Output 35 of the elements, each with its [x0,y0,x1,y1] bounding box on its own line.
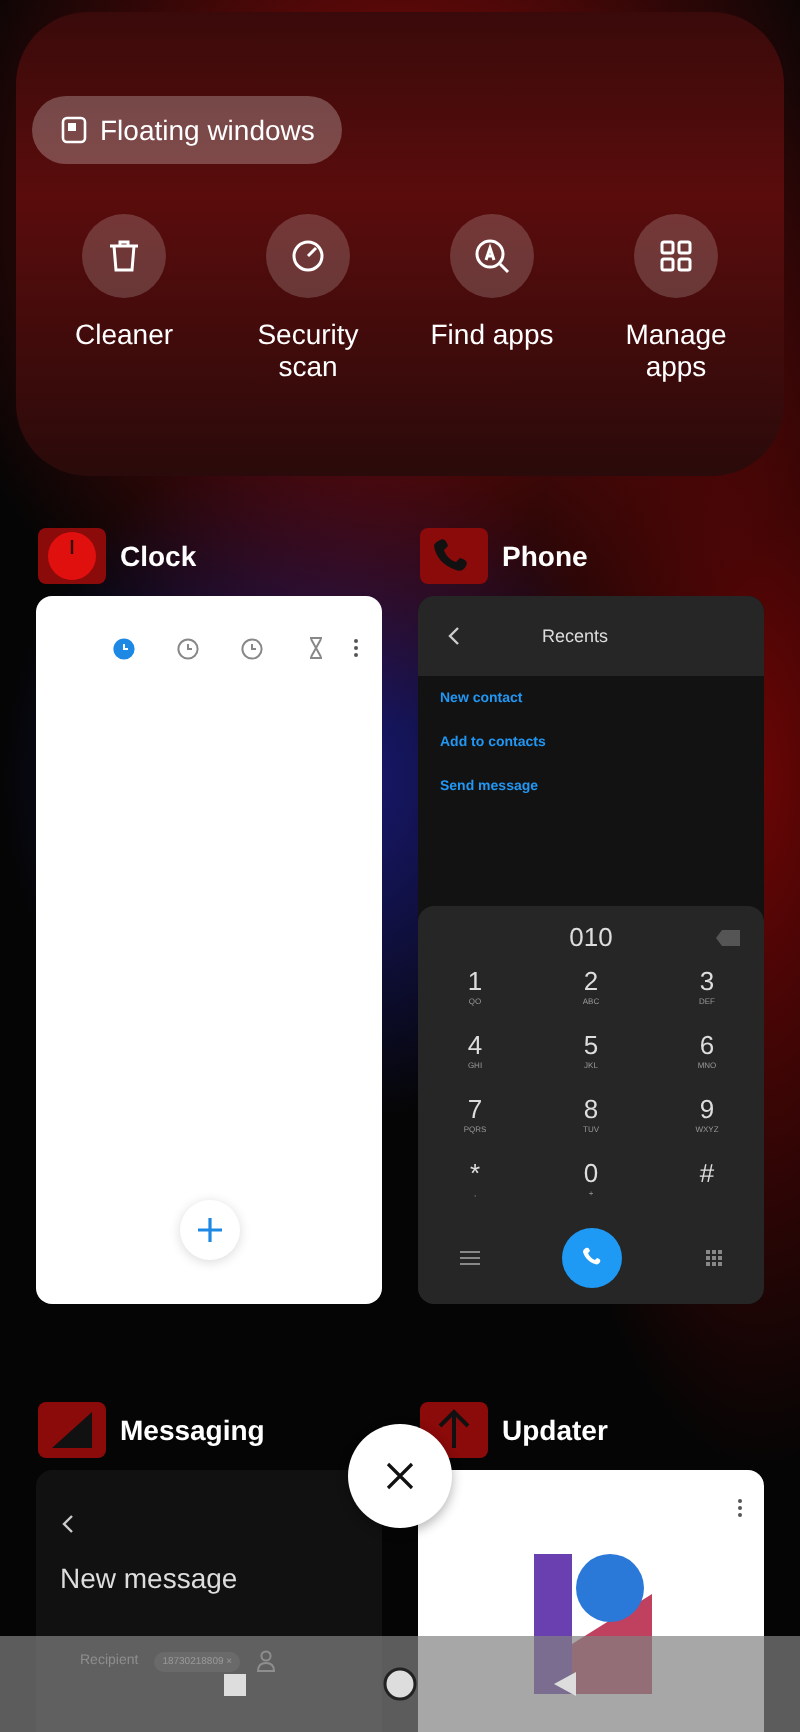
floating-windows-button[interactable]: Floating windows [32,96,343,164]
app-title: Clock [120,540,197,572]
app-title: Phone [502,540,588,572]
stopwatch-icon[interactable] [239,636,263,660]
close-icon [386,1462,414,1490]
alarm-icon[interactable] [111,636,135,660]
action-label: Find apps [430,318,554,350]
window-icon [60,116,88,144]
clock-icon[interactable] [36,526,108,586]
call-button[interactable] [562,1228,623,1288]
app-title: Updater [502,1414,608,1446]
dialed-number: 010 [569,922,613,952]
dial-key[interactable]: # [649,1160,764,1212]
back-icon[interactable] [60,1514,76,1534]
gauge-icon[interactable] [266,214,350,298]
action-label: Security scan [255,318,361,382]
plus-icon [196,1216,224,1244]
more-icon[interactable] [736,1498,744,1518]
recents-icon[interactable] [224,1673,246,1695]
action-label: Manage apps [623,318,729,382]
clock-icon[interactable] [175,636,199,660]
keypad-icon[interactable] [706,1250,723,1266]
more-icon[interactable] [351,638,359,658]
menu-icon[interactable] [459,1250,480,1266]
action-label: Cleaner [74,318,174,350]
trash-icon[interactable] [82,214,166,298]
home-icon[interactable] [382,1666,418,1702]
phone-icon [580,1246,605,1270]
add-button[interactable] [180,1200,240,1260]
grid-icon[interactable] [634,214,718,298]
screen-title: New message [60,1562,238,1594]
back-icon[interactable] [446,626,462,646]
screen-title: Recents [542,626,609,646]
app-title: Messaging [120,1414,265,1446]
search-icon[interactable] [450,214,534,298]
